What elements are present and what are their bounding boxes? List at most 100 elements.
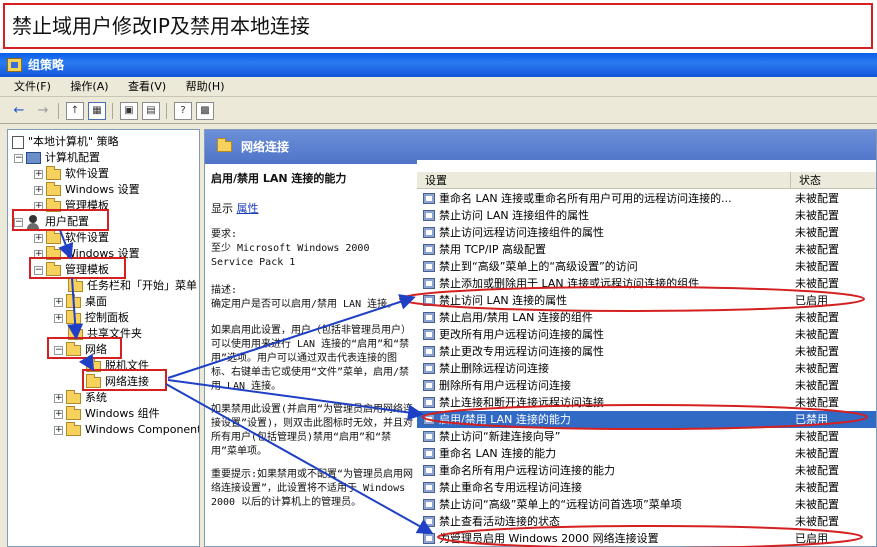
policy-row[interactable]: 禁止访问远程访问连接组件的属性 未被配置 <box>417 224 876 241</box>
menu-view[interactable]: 查看(V) <box>120 77 174 97</box>
policy-row-name: 禁止删除远程访问连接 <box>439 362 549 375</box>
expand-icon[interactable]: + <box>34 233 43 243</box>
policy-row-name: 启用/禁用 LAN 连接的能力 <box>439 413 571 426</box>
collapse-icon[interactable]: − <box>14 153 23 163</box>
requirements-label: 要求: <box>211 229 238 240</box>
export-list-icon[interactable]: ▤ <box>142 102 160 120</box>
policy-row-state: 未被配置 <box>795 260 839 273</box>
expand-icon[interactable]: + <box>34 169 43 179</box>
up-folder-icon[interactable]: ↑ <box>66 102 84 120</box>
collapse-icon[interactable]: − <box>34 265 43 275</box>
policy-setting-icon <box>423 295 435 306</box>
column-setting[interactable]: 设置 <box>425 172 447 189</box>
menu-file[interactable]: 文件(F) <box>0 77 59 97</box>
tree-user-windows-settings[interactable]: + Windows 设置 <box>34 245 140 262</box>
tree-windows-components[interactable]: + Windows 组件 <box>54 405 160 422</box>
toolbar: ← → ↑ ▦ ▣ ▤ ? ▩ <box>0 98 877 124</box>
policy-row-name: 禁止启用/禁用 LAN 连接的组件 <box>439 311 593 324</box>
expand-icon[interactable]: + <box>34 249 43 259</box>
folder-icon <box>68 325 83 340</box>
policy-row-name: 禁止访问 LAN 连接的属性 <box>439 294 568 307</box>
forward-arrow-icon[interactable]: → <box>34 102 52 120</box>
column-state[interactable]: 状态 <box>790 172 876 189</box>
policy-row[interactable]: 删除所有用户远程访问连接 未被配置 <box>417 377 876 394</box>
policy-row[interactable]: 启用/禁用 LAN 连接的能力 已禁用 <box>417 411 876 428</box>
policy-row-name: 禁止到“高级”菜单上的“高级设置”的访问 <box>439 260 638 273</box>
policy-row[interactable]: 禁止访问 LAN 连接组件的属性 未被配置 <box>417 207 876 224</box>
policy-row[interactable]: 禁止查看活动连接的状态 未被配置 <box>417 513 876 530</box>
policy-row-state: 未被配置 <box>795 311 839 324</box>
policy-row-state: 未被配置 <box>795 396 839 409</box>
tree-user-config[interactable]: − 用户配置 <box>14 214 89 230</box>
policy-description: 启用/禁用 LAN 连接的能力 显示 属性 要求: 至少 Microsoft W… <box>211 172 415 546</box>
folder-icon <box>68 277 83 292</box>
tree-user-admin-templates[interactable]: − 管理模板 <box>34 261 109 278</box>
tree-network-connections[interactable]: 网络连接 <box>86 373 149 390</box>
tree-windows-components-en[interactable]: + Windows Components <box>54 421 199 438</box>
requirements-text: 至少 Microsoft Windows 2000 Service Pack 1 <box>211 243 370 268</box>
policy-row[interactable]: 禁止连接和断开连接远程访问连接 未被配置 <box>417 394 876 411</box>
policy-setting-icon <box>423 227 435 238</box>
tree-admin-templates[interactable]: + 管理模板 <box>34 197 109 214</box>
policy-row[interactable]: 禁止访问 LAN 连接的属性 已启用 <box>417 292 876 309</box>
menubar: 文件(F) 操作(A) 查看(V) 帮助(H) <box>0 77 877 97</box>
properties-link[interactable]: 属性 <box>237 202 259 215</box>
expand-icon[interactable]: + <box>54 425 63 435</box>
policy-row[interactable]: 禁止添加或删除用于 LAN 连接或远程访问连接的组件 未被配置 <box>417 275 876 292</box>
folder-icon <box>46 261 61 276</box>
folder-icon <box>66 341 81 356</box>
expand-icon[interactable]: + <box>54 297 63 307</box>
policy-row-name: 禁止查看活动连接的状态 <box>439 515 560 528</box>
tree-software-settings[interactable]: + 软件设置 <box>34 165 109 182</box>
menu-action[interactable]: 操作(A) <box>62 77 116 97</box>
tree-windows-settings[interactable]: + Windows 设置 <box>34 181 140 198</box>
console-view-icon[interactable]: ▩ <box>196 102 214 120</box>
policy-row[interactable]: 禁止删除远程访问连接 未被配置 <box>417 360 876 377</box>
policy-row[interactable]: 更改所有用户远程访问连接的属性 未被配置 <box>417 326 876 343</box>
folder-icon <box>46 245 61 260</box>
tree-computer-config[interactable]: − 计算机配置 <box>14 150 100 166</box>
policy-row[interactable]: 禁止更改专用远程访问连接的属性 未被配置 <box>417 343 876 360</box>
tree-root[interactable]: "本地计算机" 策略 <box>12 134 119 150</box>
policy-setting-icon <box>423 210 435 221</box>
policy-row[interactable]: 重命名所有用户远程访问连接的能力 未被配置 <box>417 462 876 479</box>
policy-row[interactable]: 重命名 LAN 连接的能力 未被配置 <box>417 445 876 462</box>
details-header: 网络连接 <box>205 130 876 164</box>
show-hide-tree-icon[interactable]: ▦ <box>88 102 106 120</box>
policy-row[interactable]: 禁止重命名专用远程访问连接 未被配置 <box>417 479 876 496</box>
expand-icon[interactable]: + <box>54 313 63 323</box>
menu-help[interactable]: 帮助(H) <box>178 77 233 97</box>
tree-taskbar-start[interactable]: 任务栏和「开始」菜单 <box>68 277 197 294</box>
tree-offline-files[interactable]: 脱机文件 <box>86 357 149 374</box>
properties-icon[interactable]: ▣ <box>120 102 138 120</box>
help-icon[interactable]: ? <box>174 102 192 120</box>
policy-row[interactable]: 重命名 LAN 连接或重命名所有用户可用的远程访问连接的... 未被配置 <box>417 190 876 207</box>
collapse-icon[interactable]: − <box>54 345 63 355</box>
policy-row[interactable]: 禁用 TCP/IP 高级配置 未被配置 <box>417 241 876 258</box>
policy-setting-icon <box>423 193 435 204</box>
policy-row[interactable]: 禁止访问“高级”菜单上的“远程访问首选项”菜单项 未被配置 <box>417 496 876 513</box>
back-arrow-icon[interactable]: ← <box>10 102 28 120</box>
expand-icon[interactable]: + <box>54 393 63 403</box>
policy-row[interactable]: 禁止启用/禁用 LAN 连接的组件 未被配置 <box>417 309 876 326</box>
expand-icon[interactable]: + <box>54 409 63 419</box>
policy-row[interactable]: 禁止访问“新建连接向导” 未被配置 <box>417 428 876 445</box>
policy-row[interactable]: 禁止到“高级”菜单上的“高级设置”的访问 未被配置 <box>417 258 876 275</box>
policy-row-name: 禁止重命名专用远程访问连接 <box>439 481 582 494</box>
collapse-icon[interactable]: − <box>14 217 23 227</box>
policy-row-name: 禁止访问“新建连接向导” <box>439 430 561 443</box>
policy-row-name: 删除所有用户远程访问连接 <box>439 379 571 392</box>
tree-network[interactable]: − 网络 <box>54 341 107 358</box>
expand-icon[interactable]: + <box>34 201 43 211</box>
tree-user-software-settings[interactable]: + 软件设置 <box>34 229 109 246</box>
policy-row[interactable]: 为管理员启用 Windows 2000 网络连接设置 已启用 <box>417 530 876 546</box>
policy-row-name: 禁用 TCP/IP 高级配置 <box>439 243 546 256</box>
tree-control-panel[interactable]: + 控制面板 <box>54 309 129 326</box>
page-caption: 禁止域用户修改IP及禁用本地连接 <box>3 3 873 49</box>
expand-icon[interactable]: + <box>34 185 43 195</box>
tree-system[interactable]: + 系统 <box>54 389 107 406</box>
policy-row-state: 已禁用 <box>795 413 828 426</box>
tree-desktop[interactable]: + 桌面 <box>54 293 107 310</box>
tree-shared-folders[interactable]: 共享文件夹 <box>68 325 142 342</box>
policy-title: 启用/禁用 LAN 连接的能力 <box>211 172 347 185</box>
